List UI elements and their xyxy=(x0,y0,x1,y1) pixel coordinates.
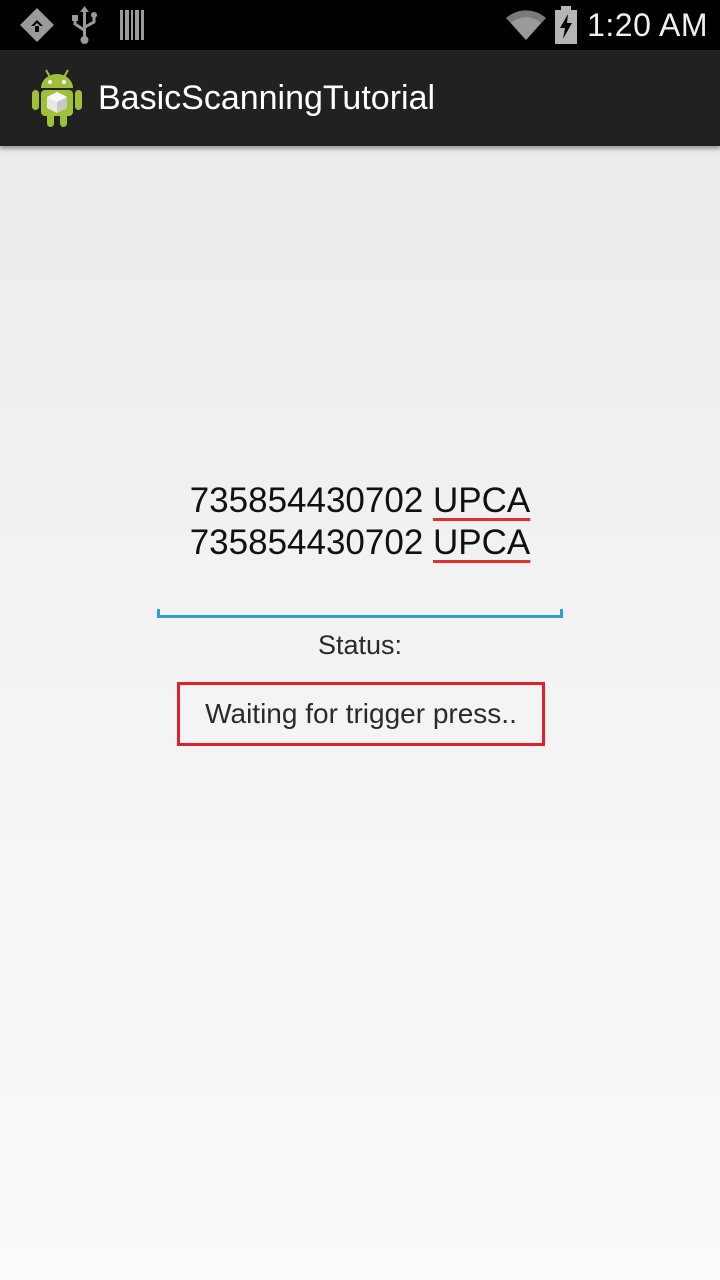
scan-results: 735854430702 UPCA 735854430702 UPCA xyxy=(0,480,720,564)
clock: 1:20 AM xyxy=(587,7,708,43)
battery-charging-icon xyxy=(554,6,578,49)
scan-result-line: 735854430702 UPCA xyxy=(0,522,720,564)
edit-field-left-tick xyxy=(157,609,160,618)
symbology-type: UPCA xyxy=(433,523,531,562)
diamond-notification-icon xyxy=(18,6,56,49)
usb-icon xyxy=(70,6,100,49)
status-label: Status: xyxy=(317,630,403,660)
edit-field-right-tick xyxy=(560,609,563,618)
action-bar: BasicScanningTutorial xyxy=(0,50,720,146)
edit-field-underline xyxy=(157,615,563,618)
android-app-icon[interactable] xyxy=(30,68,84,128)
barcode-icon xyxy=(118,6,146,49)
barcode-value: 735854430702 xyxy=(189,481,424,520)
status-value-box: Waiting for trigger press.. xyxy=(177,682,545,746)
symbology-type: UPCA xyxy=(433,481,531,520)
scan-result-line: 735854430702 UPCA xyxy=(0,480,720,522)
status-bar: 1:20 AM xyxy=(0,0,720,50)
status-value: Waiting for trigger press.. xyxy=(205,698,517,729)
scan-data-edit-field[interactable] xyxy=(157,600,563,618)
wifi-icon xyxy=(506,8,546,47)
barcode-value: 735854430702 xyxy=(189,523,424,562)
app-title: BasicScanningTutorial xyxy=(98,79,436,117)
